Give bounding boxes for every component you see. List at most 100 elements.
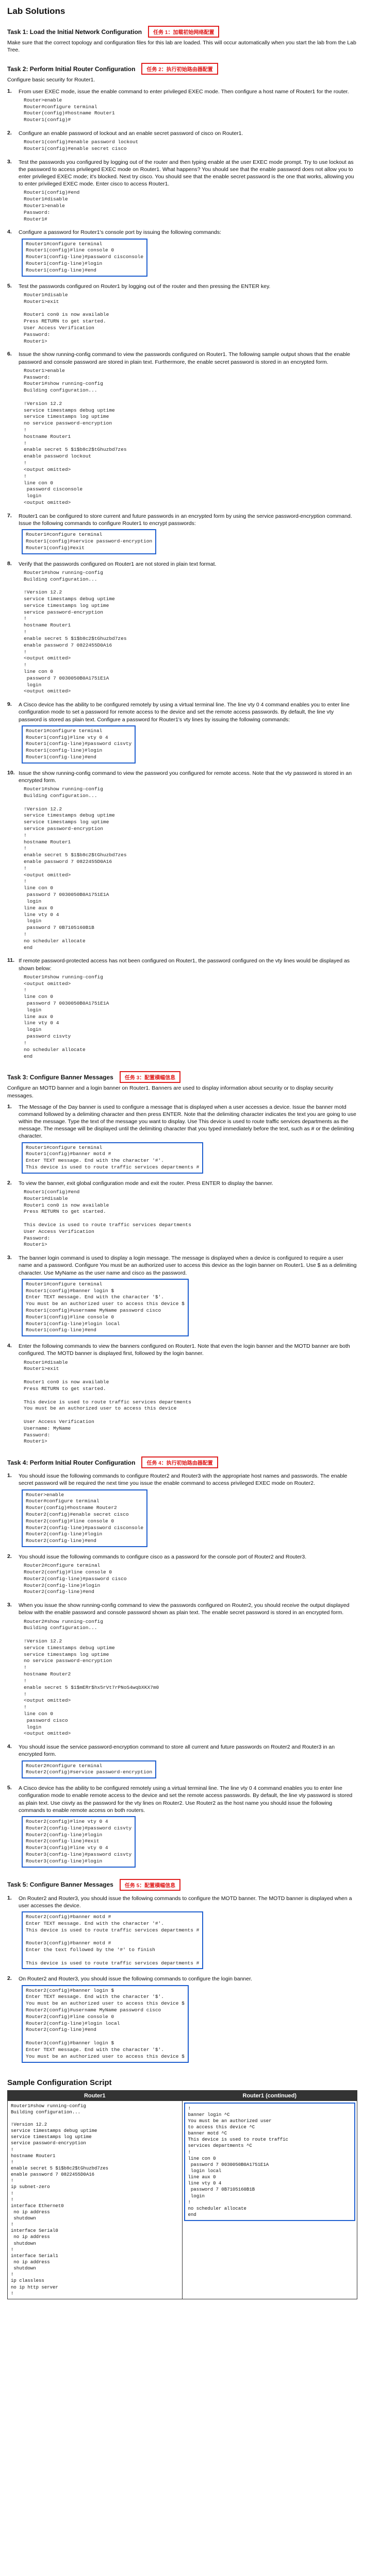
command-output-block: Router1#disable Router1>exit Router1 con… <box>24 292 109 344</box>
step-text: On Router2 and Router3, you should issue… <box>19 1976 252 1982</box>
command-output-block: Router>enable Router#configure terminal … <box>24 97 115 123</box>
step-number: 1. <box>7 1472 12 1479</box>
task-header: Task 5: Configure Banner Messages 任务 5：配置… <box>7 1878 357 1891</box>
command-output-block: Router1#show running-config Building con… <box>24 569 127 694</box>
step-text: You should issue the following commands … <box>19 1554 307 1561</box>
step-body: On Router2 and Router3, you should issue… <box>19 1975 357 2064</box>
step-item: 7. Router1 can be configured to store cur… <box>7 513 357 556</box>
task-section: Task 4: Perform Initial Router Configura… <box>7 1456 357 1869</box>
step-text: Configure an enable password of lockout … <box>19 130 243 137</box>
task-note: Configure basic security for Router1. <box>7 77 95 83</box>
step-text: From user EXEC mode, issue the enable co… <box>19 88 349 95</box>
step-number: 1. <box>7 88 12 94</box>
step-body: You should issue the following commands … <box>19 1553 357 1598</box>
step-item: 6. Issue the show running-config command … <box>7 351 357 508</box>
task-annotation-label: 任务 1：加载初始网络配置 <box>148 26 220 38</box>
step-text: Configure a password for Router1's conso… <box>19 229 222 236</box>
sample-section: Sample Configuration Script Router1 Rout… <box>7 2078 357 2299</box>
task-section: Task 5: Configure Banner Messages 任务 5：配置… <box>7 1878 357 2065</box>
command-output-block: Router1(config)#enable password lockout … <box>24 139 139 151</box>
highlighted-command-block: Router1#configure terminal Router1(confi… <box>22 238 148 277</box>
step-body: Enter the following commands to view the… <box>19 1343 357 1447</box>
step-text: Enter the following commands to view the… <box>19 1343 350 1357</box>
step-number: 2. <box>7 1179 12 1186</box>
task-annotation-label: 任务 4：执行初始路由器配置 <box>141 1456 218 1469</box>
highlighted-command-block: Router2(config)#banner login $ Enter TEX… <box>22 1985 189 2063</box>
step-item: 10. Issue the show running-config command… <box>7 770 357 954</box>
step-body: Verify that the passwords configured on … <box>19 561 357 698</box>
step-body: Router1 can be configured to store curre… <box>19 513 357 556</box>
step-number: 5. <box>7 1785 12 1791</box>
step-item: 4. You should issue the service password-… <box>7 1743 357 1781</box>
step-number: 5. <box>7 282 12 289</box>
step-body: A Cisco device has the ability to be con… <box>19 1785 357 1869</box>
step-body: When you issue the show running-config c… <box>19 1602 357 1739</box>
task-title: Task 1: Load the Initial Network Configu… <box>7 28 142 36</box>
step-item: 1. From user EXEC mode, issue the enable … <box>7 88 357 126</box>
step-text: Issue the show running-config command to… <box>19 770 352 784</box>
highlighted-command-block: Router>enable Router#configure terminal … <box>22 1489 148 1548</box>
task-title: Task 5: Configure Banner Messages <box>7 1881 113 1889</box>
task-header: Task 1: Load the Initial Network Configu… <box>7 26 357 38</box>
step-item: 9. A Cisco device has the ability to be c… <box>7 701 357 766</box>
task-header: Task 3: Configure Banner Messages 任务 3：配置… <box>7 1071 357 1083</box>
sample-col2-header: Router1 (continued) <box>182 2090 357 2101</box>
highlighted-command-block: Router1#configure terminal Router1(confi… <box>22 725 136 764</box>
command-output-block: Router1(config)#end Router1#disable Rout… <box>24 1189 191 1248</box>
step-body: A Cisco device has the ability to be con… <box>19 701 357 766</box>
step-body: If remote password-protected access has … <box>19 957 357 1062</box>
step-text: Issue the show running-config command to… <box>19 351 351 365</box>
sample-table: Router1 Router1#show running-config Buil… <box>7 2090 357 2299</box>
step-item: 4. Configure a password for Router1's con… <box>7 229 357 278</box>
highlighted-command-block: Router1#configure terminal Router1(confi… <box>22 1142 204 1174</box>
step-text: On Router2 and Router3, you should issue… <box>19 1895 352 1909</box>
step-number: 9. <box>7 701 12 708</box>
step-body: Test the passwords you configured by log… <box>19 159 357 225</box>
step-body: To view the banner, exit global configur… <box>19 1180 357 1250</box>
sample-col-router1-continued: Router1 (continued) ! banner login ^C Yo… <box>182 2090 357 2299</box>
step-body: Issue the show running-config command to… <box>19 351 357 508</box>
step-body: Test the passwords configured on Router1… <box>19 283 357 347</box>
step-item: 2. You should issue the following command… <box>7 1553 357 1598</box>
step-item: 3. Test the passwords you configured by l… <box>7 159 357 225</box>
step-text: To view the banner, exit global configur… <box>19 1180 273 1187</box>
step-body: On Router2 and Router3, you should issue… <box>19 1895 357 1972</box>
task-annotation-label: 任务 5：配置横幅信息 <box>119 1878 181 1891</box>
command-output-block: Router1(config)#end Router1#disable Rout… <box>24 190 80 222</box>
command-output-block: Router1#disable Router1>exit Router1 con… <box>24 1359 191 1445</box>
step-number: 11. <box>7 957 15 964</box>
step-item: 2. To view the banner, exit global config… <box>7 1180 357 1250</box>
command-output-block: Router1#show running-config <output omit… <box>24 974 109 1059</box>
step-text: Verify that the passwords configured on … <box>19 561 217 567</box>
task-section: Task 3: Configure Banner Messages 任务 3：配置… <box>7 1071 357 1447</box>
step-number: 4. <box>7 229 12 235</box>
step-number: 8. <box>7 560 12 567</box>
step-text: A Cisco device has the ability to be con… <box>19 702 350 723</box>
step-item: 1. The Message of the Day banner is used … <box>7 1104 357 1176</box>
step-item: 4. Enter the following commands to view t… <box>7 1343 357 1447</box>
sample-title: Sample Configuration Script <box>7 2078 112 2087</box>
highlighted-command-block: Router2#configure terminal Router2(confi… <box>22 1760 157 1779</box>
step-body: You should issue the service password-en… <box>19 1743 357 1781</box>
step-item: 11. If remote password-protected access h… <box>7 957 357 1062</box>
highlighted-command-block: Router2(config)#banner motd # Enter TEXT… <box>22 1911 204 1970</box>
step-text: Router1 can be configured to store curre… <box>19 513 352 527</box>
page-title: Lab Solutions <box>7 6 65 16</box>
sample-col1-header: Router1 <box>8 2090 182 2101</box>
step-body: The banner login command is used to disp… <box>19 1255 357 1338</box>
step-text: If remote password-protected access has … <box>19 958 350 972</box>
command-output-block: Router1>enable Password: Router1#show ru… <box>24 367 127 505</box>
sample-col2-code: ! banner login ^C You must be an authori… <box>184 2102 355 2222</box>
highlighted-command-block: Router2(config)#line vty 0 4 Router2(con… <box>22 1816 136 1868</box>
step-text: The banner login command is used to disp… <box>19 1255 357 1276</box>
task-section: Task 1: Load the Initial Network Configu… <box>7 26 357 54</box>
step-item: 1. You should issue the following command… <box>7 1472 357 1549</box>
step-text: The Message of the Day banner is used to… <box>19 1104 356 1140</box>
highlighted-command-block: Router1#configure terminal Router1(confi… <box>22 1278 189 1337</box>
sample-col1-code: Router1#show running-config Building con… <box>11 2103 109 2296</box>
highlighted-command-block: Router1#configure terminal Router1(confi… <box>22 529 157 554</box>
task-header: Task 2: Perform Initial Router Configura… <box>7 63 357 75</box>
task-annotation-label: 任务 3：配置横幅信息 <box>119 1071 181 1083</box>
task-note: Make sure that the correct topology and … <box>7 40 356 54</box>
command-output-block: Router2#configure terminal Router2(confi… <box>24 1563 127 1595</box>
